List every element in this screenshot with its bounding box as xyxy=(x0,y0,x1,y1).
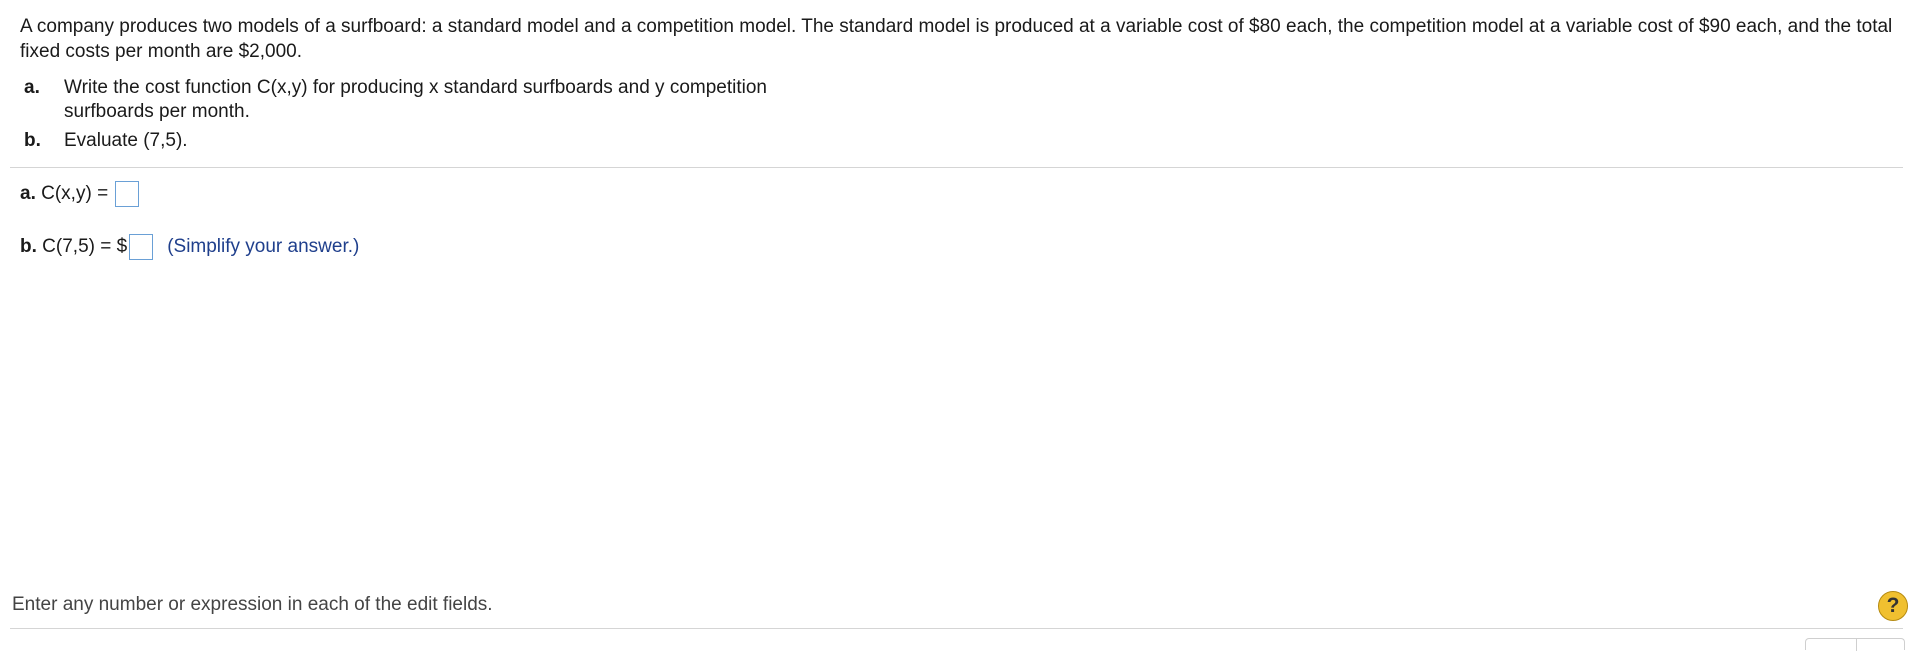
answer-b-letter: b. xyxy=(20,236,37,257)
answer-b-input[interactable] xyxy=(129,234,154,260)
question-parts: a. Write the cost function C(x,y) for pr… xyxy=(24,76,804,158)
answer-b-label: C(7,5) = $ xyxy=(36,236,128,257)
help-icon[interactable]: ? xyxy=(1878,591,1908,621)
part-a: a. Write the cost function C(x,y) for pr… xyxy=(24,76,804,124)
simplify-hint: (Simplify your answer.) xyxy=(167,236,360,257)
part-b-letter: b. xyxy=(24,130,41,151)
part-b-text: Evaluate (7,5). xyxy=(64,130,188,151)
top-divider xyxy=(10,167,1903,168)
instruction-text: Enter any number or expression in each o… xyxy=(12,594,493,615)
part-b: b. Evaluate (7,5). xyxy=(24,129,804,153)
bottom-nav-tab[interactable] xyxy=(1805,638,1905,651)
answer-row-a: a. C(x,y) = xyxy=(20,179,140,209)
problem-statement: A company produces two models of a surfb… xyxy=(20,16,1893,62)
bottom-nav-separator xyxy=(1856,639,1857,651)
answer-a-label: C(x,y) = xyxy=(35,183,114,204)
bottom-divider xyxy=(10,628,1903,629)
answer-a-input[interactable] xyxy=(115,181,140,207)
answer-row-b: b. C(7,5) = $ (Simplify your answer.) xyxy=(20,232,359,262)
part-a-text: Write the cost function C(x,y) for produ… xyxy=(64,77,767,122)
part-a-letter: a. xyxy=(24,77,40,98)
answer-a-letter: a. xyxy=(20,183,36,204)
